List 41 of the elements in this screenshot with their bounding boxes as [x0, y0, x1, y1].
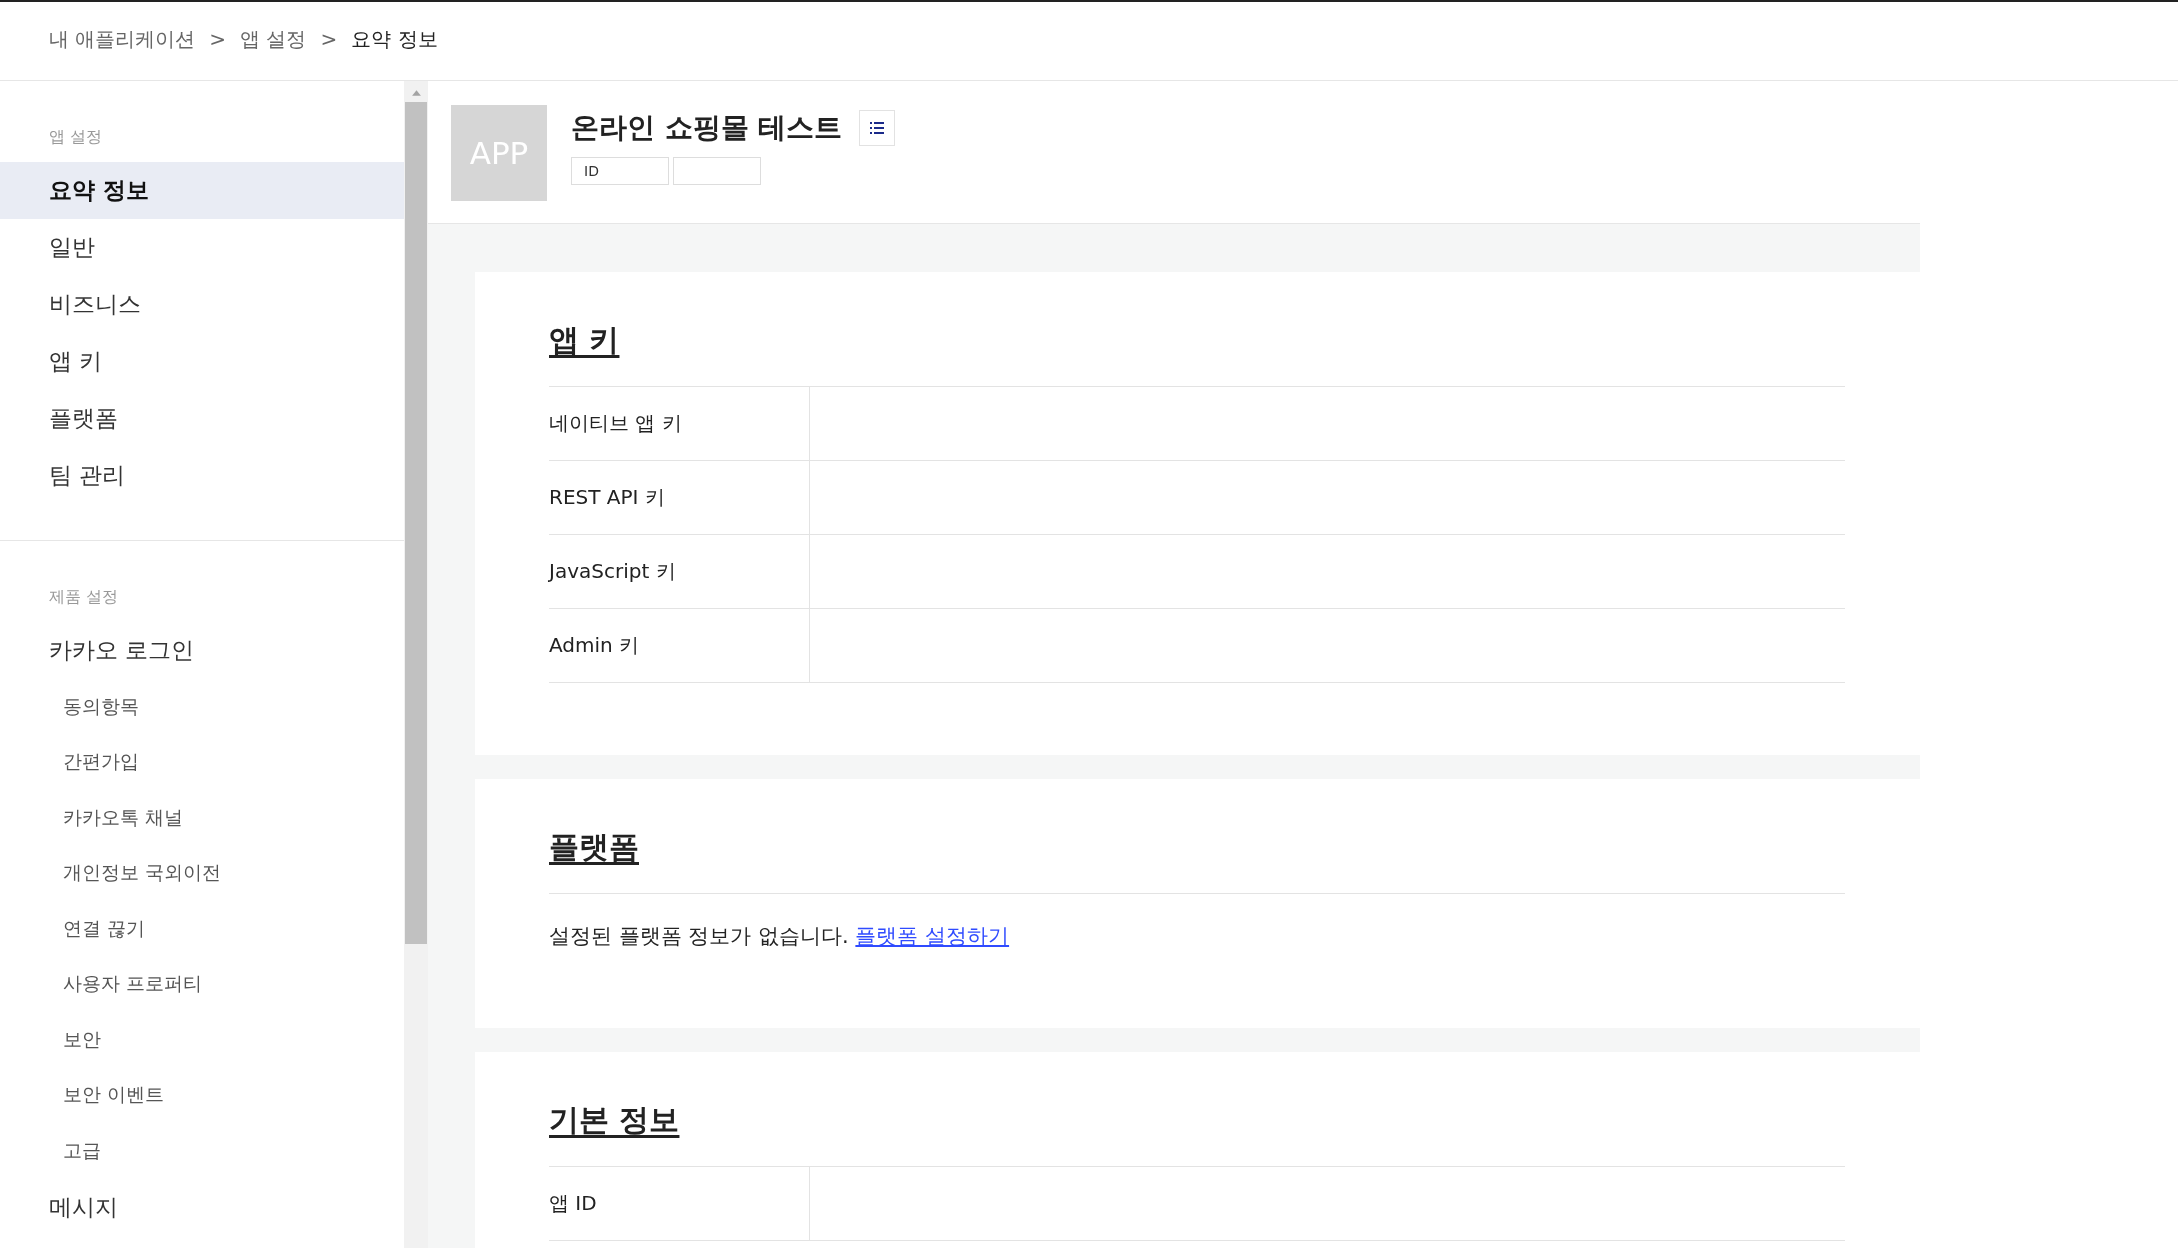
breadcrumb-link[interactable]: 요약 정보 — [351, 25, 438, 53]
sidebar-item[interactable]: 카카오 로그인 — [0, 622, 404, 679]
scrollbar-thumb[interactable] — [405, 102, 427, 944]
scroll-up-icon[interactable] — [410, 89, 422, 96]
sidebar-item[interactable]: 앱 키 — [0, 333, 404, 390]
list-icon — [869, 122, 884, 134]
sidebar-item[interactable]: 팀 관리 — [0, 447, 404, 504]
sidebar-item[interactable]: 보안 — [0, 1012, 404, 1068]
sidebar-item[interactable]: 연결 끊기 — [0, 901, 404, 957]
sidebar-item[interactable]: 메시지 — [0, 1178, 404, 1236]
platform-settings-link[interactable]: 플랫폼 설정하기 — [855, 924, 1010, 948]
row-label: Admin 키 — [549, 632, 640, 659]
sidebar-item[interactable]: 요약 정보 — [0, 162, 404, 219]
sidebar-item[interactable]: 사용자 프로퍼티 — [0, 956, 404, 1012]
breadcrumb-link[interactable]: 앱 설정 — [240, 25, 307, 53]
list-button[interactable] — [858, 110, 895, 146]
sidebar-item[interactable]: 간편가입 — [0, 734, 404, 790]
app-name: 온라인 쇼핑몰 테스트 — [571, 110, 843, 146]
sidebar-item[interactable]: 보안 이벤트 — [0, 1067, 404, 1123]
row-label: 네이티브 앱 키 — [549, 410, 682, 437]
section-heading: 앱 키 — [549, 321, 620, 359]
sidebar-item[interactable]: 고급 — [0, 1123, 404, 1179]
sidebar-section-title: 앱 설정 — [48, 127, 104, 148]
section-heading: 플랫폼 — [549, 828, 639, 866]
row-label: REST API 키 — [549, 484, 665, 511]
row-label: 앱 ID — [549, 1190, 597, 1217]
sidebar-item[interactable]: 개인정보 국외이전 — [0, 845, 404, 901]
breadcrumb-separator: > — [320, 27, 338, 51]
sidebar-item[interactable]: 플랫폼 — [0, 390, 404, 447]
sidebar-item[interactable]: 동의항목 — [0, 679, 404, 735]
scrollbar[interactable] — [404, 81, 428, 1248]
sidebar-item[interactable]: 일반 — [0, 219, 404, 276]
sidebar-item[interactable]: 카카오톡 채널 — [0, 790, 404, 846]
app-id-field: ID — [571, 157, 669, 185]
row-label: JavaScript 키 — [549, 558, 676, 585]
breadcrumb-link[interactable]: 내 애플리케이션 — [49, 25, 196, 53]
platform-message: 설정된 플랫폼 정보가 없습니다. 플랫폼 설정하기 — [549, 923, 1011, 950]
sidebar-item[interactable]: 비즈니스 — [0, 276, 404, 333]
sidebar-section-title: 제품 설정 — [48, 587, 120, 608]
breadcrumb-separator: > — [209, 27, 227, 51]
section-heading: 기본 정보 — [549, 1101, 680, 1139]
